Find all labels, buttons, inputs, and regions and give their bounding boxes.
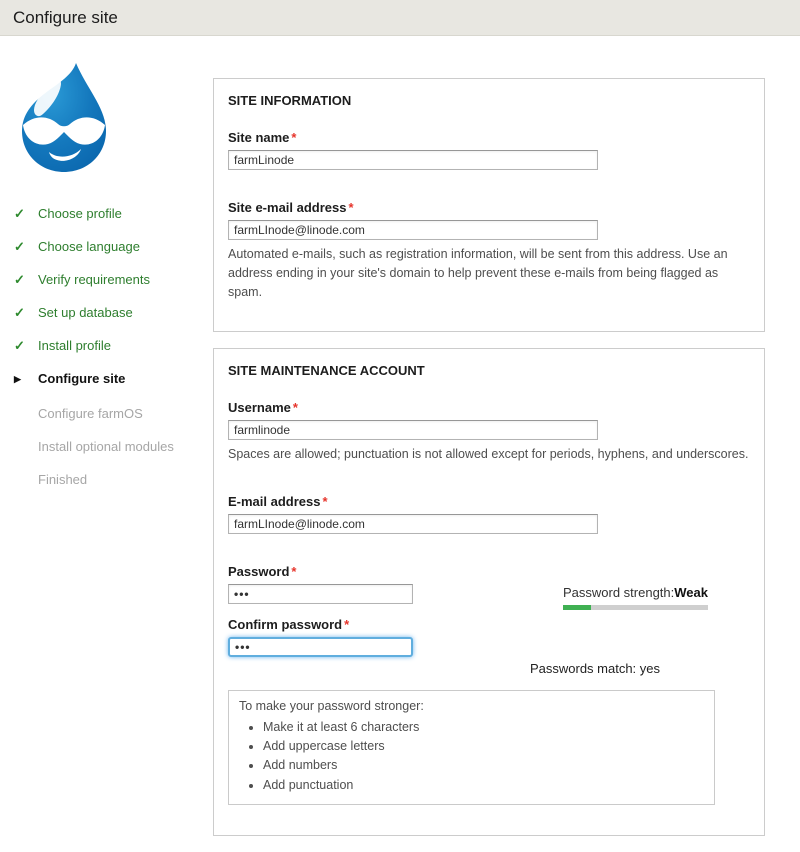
install-steps-list: ✓Choose profile ✓Choose language ✓Verify… [14,204,213,489]
check-icon: ✓ [14,204,38,223]
confirm-password-input[interactable] [228,637,413,657]
password-section: Password* Confirm password* Password str… [228,564,750,676]
site-name-item: Site name* [228,130,750,170]
page-header: Configure site [0,0,800,36]
step-label: Finished [38,470,87,489]
password-column: Password* Confirm password* [228,564,482,676]
password-strength-level: Weak [674,585,708,600]
step-configure-site: ▶Configure site [14,369,213,390]
arrow-right-icon: ▶ [14,370,38,389]
step-install-optional-modules: Install optional modules [14,437,213,456]
password-strength-widget: Password strength: Weak [563,585,708,611]
account-email-input[interactable] [228,514,598,534]
account-email-label: E-mail address* [228,494,750,509]
password-label: Password* [228,564,482,579]
password-tip: Add uppercase letters [263,737,704,755]
passwords-match-status: Passwords match: yes [530,649,660,676]
site-email-item: Site e-mail address* Automated e-mails, … [228,200,750,301]
step-label: Install optional modules [38,437,174,456]
step-configure-farmos: Configure farmOS [14,404,213,423]
username-help: Spaces are allowed; punctuation is not a… [228,445,750,464]
password-tip: Make it at least 6 characters [263,718,704,736]
password-tips-box: To make your password stronger: Make it … [228,690,715,805]
site-email-input[interactable] [228,220,598,240]
step-choose-profile: ✓Choose profile [14,204,213,223]
required-asterisk: * [291,400,298,415]
username-input[interactable] [228,420,598,440]
password-input[interactable] [228,584,413,604]
step-choose-language: ✓Choose language [14,237,213,256]
step-label: Set up database [38,303,133,322]
required-asterisk: * [342,617,349,632]
site-information-legend: SITE INFORMATION [228,93,750,108]
page-title: Configure site [13,8,118,28]
step-label: Choose language [38,237,140,256]
step-verify-requirements: ✓Verify requirements [14,270,213,289]
required-asterisk: * [289,130,296,145]
check-icon: ✓ [14,336,38,355]
password-strength-label: Password strength: [563,585,674,600]
site-maintenance-account-fieldset: SITE MAINTENANCE ACCOUNT Username* Space… [213,348,765,835]
password-tip: Add punctuation [263,776,704,794]
druplicon-icon [14,62,114,174]
step-finished: Finished [14,470,213,489]
site-information-fieldset: SITE INFORMATION Site name* Site e-mail … [213,78,765,332]
confirm-password-item: Confirm password* [228,617,482,657]
password-feedback-column: Password strength: Weak Passwords match:… [482,564,708,676]
step-label: Verify requirements [38,270,150,289]
password-item: Password* [228,564,482,604]
account-email-item: E-mail address* [228,494,750,534]
site-name-input[interactable] [228,150,598,170]
install-steps-sidebar: ✓Choose profile ✓Choose language ✓Verify… [0,36,213,852]
password-tips-title: To make your password stronger: [239,697,704,715]
confirm-password-label: Confirm password* [228,617,482,632]
step-set-up-database: ✓Set up database [14,303,213,322]
required-asterisk: * [321,494,328,509]
maintenance-account-legend: SITE MAINTENANCE ACCOUNT [228,363,750,378]
username-item: Username* Spaces are allowed; punctuatio… [228,400,750,464]
check-icon: ✓ [14,270,38,289]
step-label: Install profile [38,336,111,355]
configure-site-form: SITE INFORMATION Site name* Site e-mail … [213,36,765,852]
password-strength-track [563,605,708,610]
check-icon: ✓ [14,237,38,256]
site-email-help: Automated e-mails, such as registration … [228,245,750,301]
drupal-logo [14,62,114,174]
step-label: Configure site [38,369,125,388]
step-label: Configure farmOS [38,404,143,423]
password-strength-fill [563,605,591,610]
username-label: Username* [228,400,750,415]
check-icon: ✓ [14,303,38,322]
password-tips-list: Make it at least 6 characters Add upperc… [239,718,704,794]
step-install-profile: ✓Install profile [14,336,213,355]
step-label: Choose profile [38,204,122,223]
required-asterisk: * [347,200,354,215]
site-email-label: Site e-mail address* [228,200,750,215]
password-tip: Add numbers [263,756,704,774]
page-body: ✓Choose profile ✓Choose language ✓Verify… [0,36,800,852]
required-asterisk: * [289,564,296,579]
site-name-label: Site name* [228,130,750,145]
